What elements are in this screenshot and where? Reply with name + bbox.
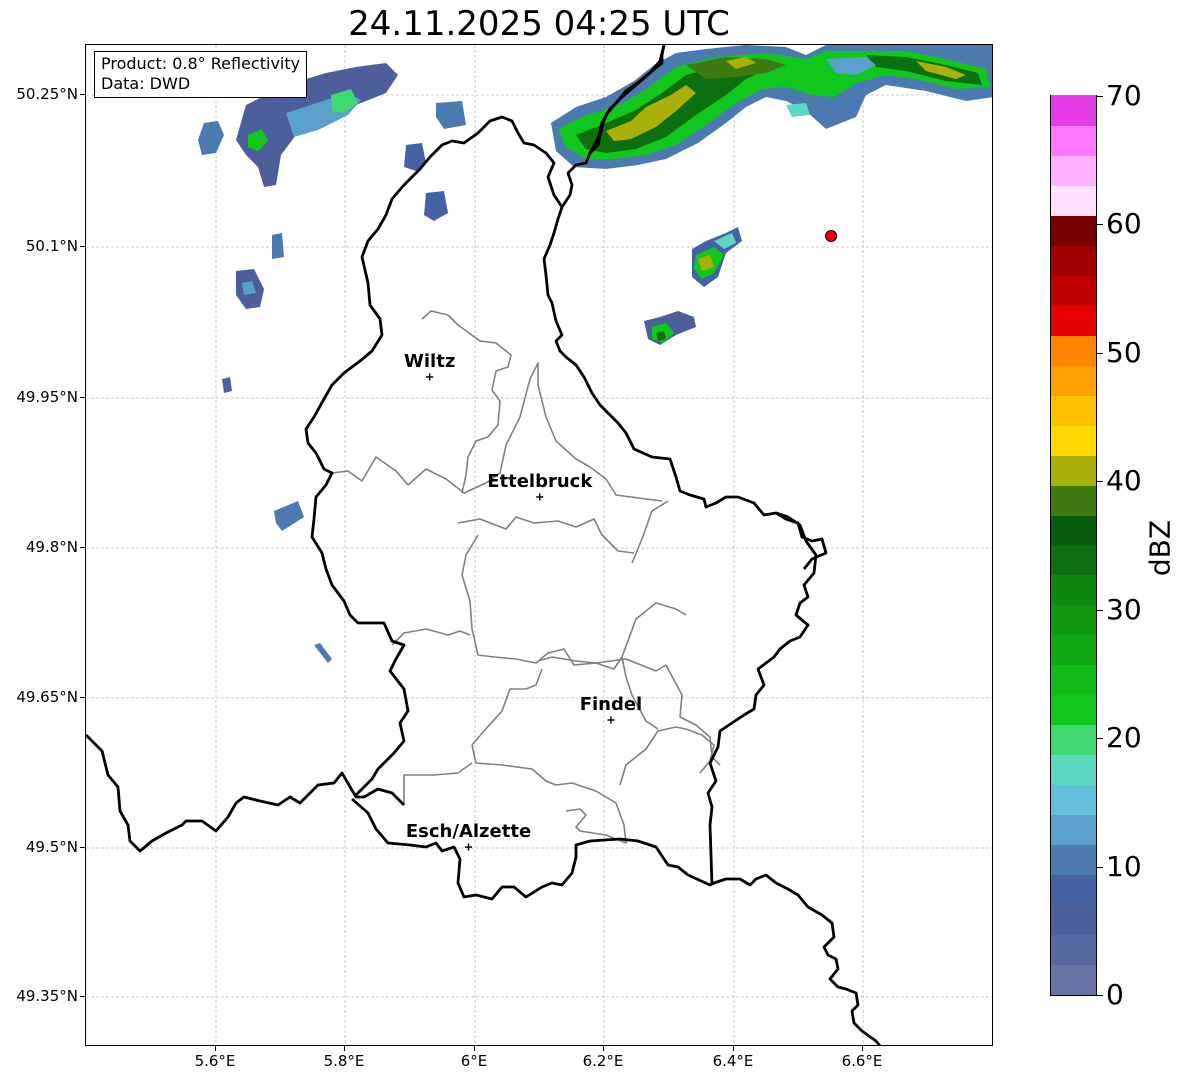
radar-cell-east: [644, 227, 742, 345]
colorbar-swatch: [1051, 185, 1096, 216]
gridlines: [86, 45, 992, 1045]
colorbar-swatch: [1051, 455, 1096, 486]
colorbar-swatch: [1051, 904, 1096, 936]
city-findel[interactable]: Findel: [580, 694, 643, 724]
colorbar-swatch: [1051, 964, 1096, 995]
lat-label: 49.5°N: [25, 838, 78, 856]
colorbar-tick-label: 60: [1106, 207, 1142, 241]
colorbar-tick: [1097, 224, 1103, 226]
colorbar-tick-label: 40: [1106, 464, 1142, 498]
lat-tick: [80, 847, 85, 848]
colorbar-swatch: [1051, 544, 1096, 576]
colorbar-tick: [1097, 995, 1103, 996]
lon-tick: [733, 1046, 734, 1051]
lat-label: 49.95°N: [16, 388, 78, 406]
colorbar-swatch: [1051, 934, 1096, 966]
colorbar-tick-label: 30: [1106, 592, 1142, 626]
colorbar: [1050, 95, 1097, 996]
lat-label: 50.25°N: [16, 85, 78, 103]
colorbar-swatch: [1051, 395, 1096, 426]
map-area[interactable]: Wiltz Ettelbruck Findel Esch/Alzette: [85, 44, 993, 1046]
colorbar-tick-label: 70: [1106, 79, 1142, 112]
radar-cell-northeast: [551, 45, 992, 169]
lat-tick: [80, 94, 85, 95]
colorbar-tick: [1097, 352, 1103, 354]
city-wiltz[interactable]: Wiltz: [404, 351, 455, 381]
colorbar-swatch: [1051, 514, 1096, 546]
city-layer: Wiltz Ettelbruck Findel Esch/Alzette: [404, 351, 642, 851]
data-source-label: Data: DWD: [101, 74, 191, 93]
city-label: Ettelbruck: [487, 471, 593, 492]
lat-tick: [80, 547, 85, 548]
lat-label: 49.35°N: [16, 987, 78, 1005]
colorbar-swatch: [1051, 484, 1096, 516]
colorbar-swatch: [1051, 664, 1096, 696]
lon-tick: [344, 1046, 345, 1051]
colorbar-label: dBZ: [1143, 519, 1177, 577]
colorbar-tick: [1097, 96, 1103, 97]
city-ettelbruck[interactable]: Ettelbruck: [487, 471, 593, 501]
map-title: 24.11.2025 04:25 UTC: [348, 4, 730, 44]
lon-tick: [862, 1046, 863, 1051]
map-canvas: Wiltz Ettelbruck Findel Esch/Alzette: [86, 45, 992, 1045]
lon-tick: [474, 1046, 475, 1051]
colorbar-swatch: [1051, 724, 1096, 756]
colorbar-tick-label: 10: [1106, 849, 1142, 883]
lon-label: 6.4°E: [712, 1052, 754, 1070]
lon-label: 6°E: [460, 1052, 488, 1070]
lat-label: 49.65°N: [16, 688, 78, 706]
lat-tick: [80, 697, 85, 698]
lat-tick: [80, 246, 85, 247]
colorbar-swatch: [1051, 874, 1096, 906]
lon-label: 6.2°E: [582, 1052, 624, 1070]
lat-tick: [80, 397, 85, 398]
colorbar-swatch: [1051, 365, 1096, 396]
colorbar-swatch: [1051, 814, 1096, 846]
city-label: Esch/Alzette: [406, 821, 531, 842]
product-label: Product: 0.8° Reflectivity: [101, 54, 301, 73]
lat-label: 49.8°N: [25, 538, 78, 556]
lat-tick: [80, 996, 85, 997]
colorbar-swatch: [1051, 335, 1096, 366]
radar-echoes: [198, 45, 992, 663]
lon-label: 5.8°E: [323, 1052, 365, 1070]
colorbar-swatch: [1051, 604, 1096, 636]
lon-label: 5.6°E: [194, 1052, 236, 1070]
colorbar-swatch: [1051, 754, 1096, 786]
colorbar-swatch: [1051, 155, 1096, 186]
colorbar-swatch: [1051, 275, 1096, 306]
country-borders: [86, 45, 882, 1045]
colorbar-swatch: [1051, 634, 1096, 666]
colorbar-tick-label: 50: [1106, 335, 1142, 369]
lon-label: 6.6°E: [841, 1052, 883, 1070]
colorbar-swatch: [1051, 95, 1096, 126]
colorbar-tick: [1097, 866, 1103, 868]
info-box: Product: 0.8° Reflectivity Data: DWD: [94, 51, 308, 98]
city-label: Wiltz: [404, 351, 455, 372]
colorbar-tick-label: 0: [1106, 978, 1124, 1011]
colorbar-swatch: [1051, 844, 1096, 876]
city-label: Findel: [580, 694, 643, 715]
colorbar-swatch: [1051, 215, 1096, 246]
colorbar-tick: [1097, 738, 1103, 740]
colorbar-tick: [1097, 609, 1103, 611]
canton-boundaries: [331, 310, 721, 844]
lon-tick: [603, 1046, 604, 1051]
colorbar-tick-label: 20: [1106, 721, 1142, 755]
colorbar-tick: [1097, 481, 1103, 483]
colorbar-swatch: [1051, 425, 1096, 456]
lat-label: 50.1°N: [25, 237, 78, 255]
colorbar-swatch: [1051, 305, 1096, 336]
lon-tick: [215, 1046, 216, 1051]
colorbar-swatch: [1051, 125, 1096, 156]
colorbar-swatch: [1051, 784, 1096, 816]
colorbar-swatch: [1051, 694, 1096, 726]
location-marker[interactable]: [825, 230, 838, 242]
colorbar-swatch: [1051, 245, 1096, 276]
colorbar-swatch: [1051, 574, 1096, 606]
